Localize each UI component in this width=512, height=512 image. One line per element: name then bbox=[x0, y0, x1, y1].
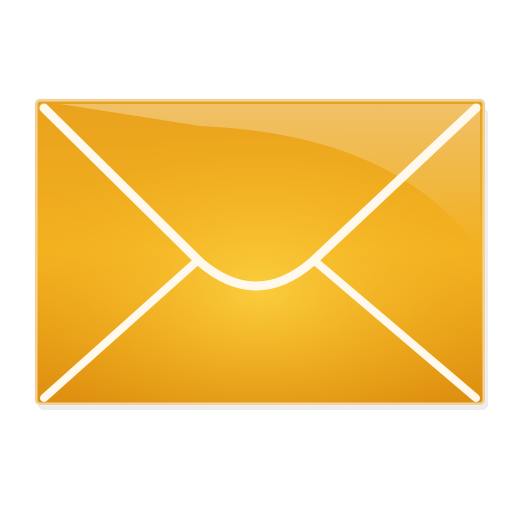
envelope-icon bbox=[34, 98, 488, 410]
icon-canvas bbox=[0, 0, 512, 512]
